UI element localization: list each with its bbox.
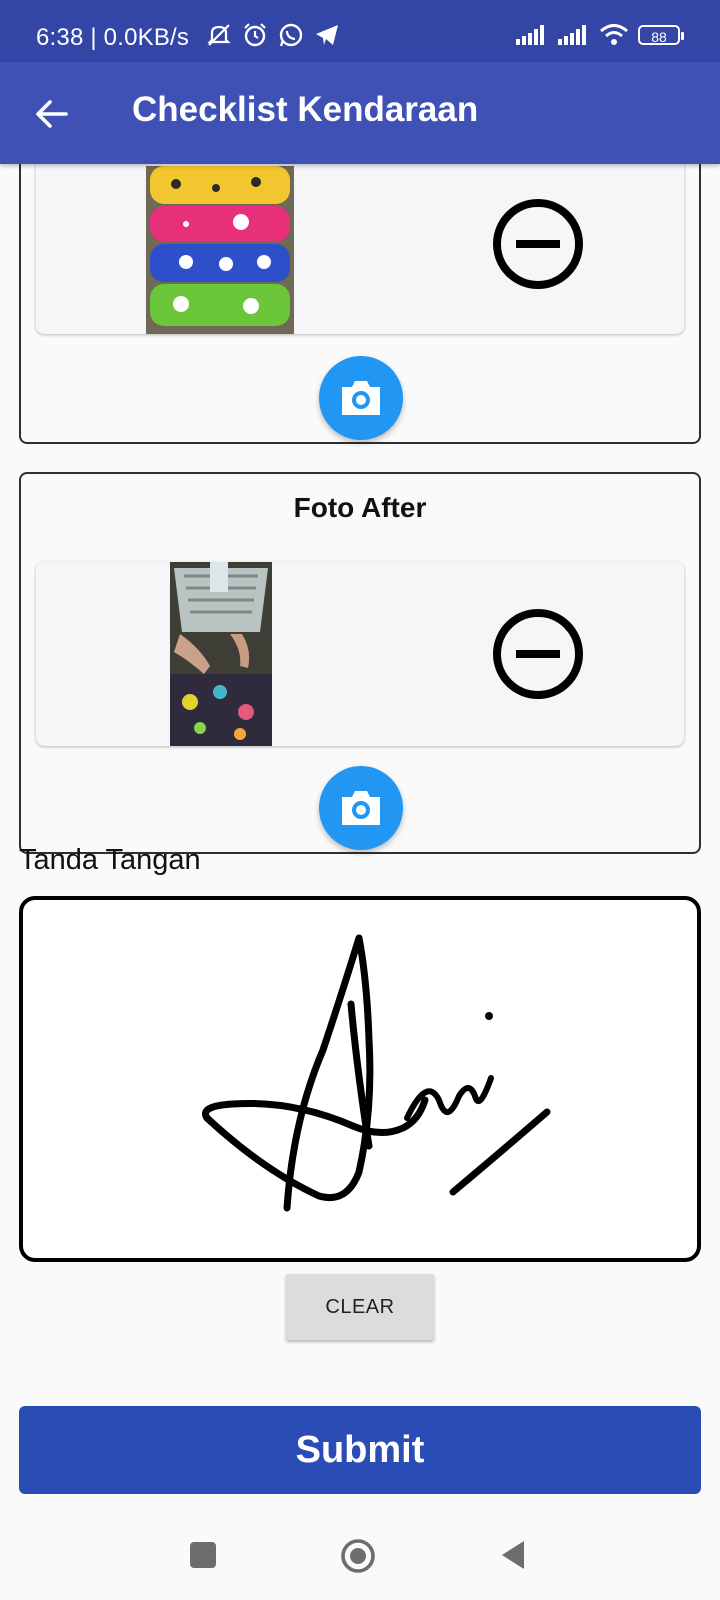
signature-drawing [202,934,551,1212]
camera-icon [342,791,380,825]
telegram-icon [314,22,340,48]
section-title-foto-after: Foto After [293,492,427,523]
status-notification-icons [206,22,340,48]
after-photo-thumbnail[interactable] [170,562,272,746]
battery-icon: 88 [638,25,684,45]
muted-bell-icon [206,22,232,48]
app-bar: Checklist Kendaraan [0,62,720,164]
before-photo-thumbnail[interactable] [146,166,294,334]
alarm-icon [242,22,268,48]
signature-label: Tanda Tangan [19,844,201,876]
status-bar: 6:38 | 0.0KB/s 88 [0,0,720,62]
remove-circle-icon[interactable] [490,196,586,292]
page-title: Checklist Kendaraan [132,90,479,129]
clear-signature-button[interactable]: CLEAR [286,1274,434,1340]
after-photo-section: Foto After [19,472,701,854]
remove-circle-icon[interactable] [490,606,586,702]
signal-icon [558,25,590,45]
home-icon[interactable] [340,1538,376,1579]
after-camera-button[interactable] [319,766,403,850]
status-system-icons: 88 [516,24,684,46]
before-camera-button[interactable] [319,356,403,440]
signature-pad[interactable] [19,896,701,1262]
system-navigation-bar [0,1512,720,1600]
status-time-speed: 6:38 | 0.0KB/s [36,24,190,51]
signal-icon [516,25,548,45]
recent-apps-icon[interactable] [188,1540,218,1575]
submit-button[interactable]: Submit [19,1406,701,1494]
arrow-back-icon[interactable] [30,92,74,136]
camera-icon [342,381,380,415]
whatsapp-icon [278,22,304,48]
after-photo-card [36,562,684,746]
wifi-icon [600,24,628,46]
back-nav-icon[interactable] [498,1538,528,1577]
